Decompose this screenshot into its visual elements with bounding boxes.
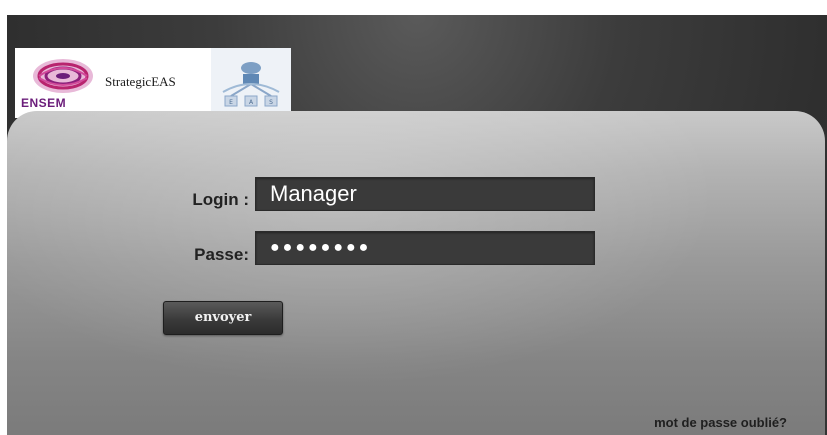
ensem-logo-text: ENSEM [21, 96, 67, 110]
password-label: Passe: [194, 245, 249, 264]
submit-button[interactable]: envoyer [163, 301, 283, 335]
login-input[interactable]: Manager [255, 177, 595, 211]
eas-network-icon: E A S [211, 48, 291, 118]
ensem-logo: ENSEM [19, 54, 101, 112]
app-title: StrategicEAS [105, 74, 176, 89]
eas-logo: E A S [211, 48, 291, 118]
panel-glow [7, 111, 825, 435]
logo-banner: ENSEM StrategicEAS E A S [15, 48, 291, 118]
login-page: ENSEM StrategicEAS E A S Login : Manager [7, 15, 827, 435]
login-panel: Login : Manager Passe: ●●●●●●●● envoyer … [7, 111, 825, 435]
eas-letter-e: E [229, 99, 233, 106]
forgot-password-link[interactable]: mot de passe oublié? [654, 415, 787, 430]
password-input[interactable]: ●●●●●●●● [255, 231, 595, 265]
login-label: Login : [192, 190, 249, 209]
eas-letter-s: S [269, 99, 273, 106]
